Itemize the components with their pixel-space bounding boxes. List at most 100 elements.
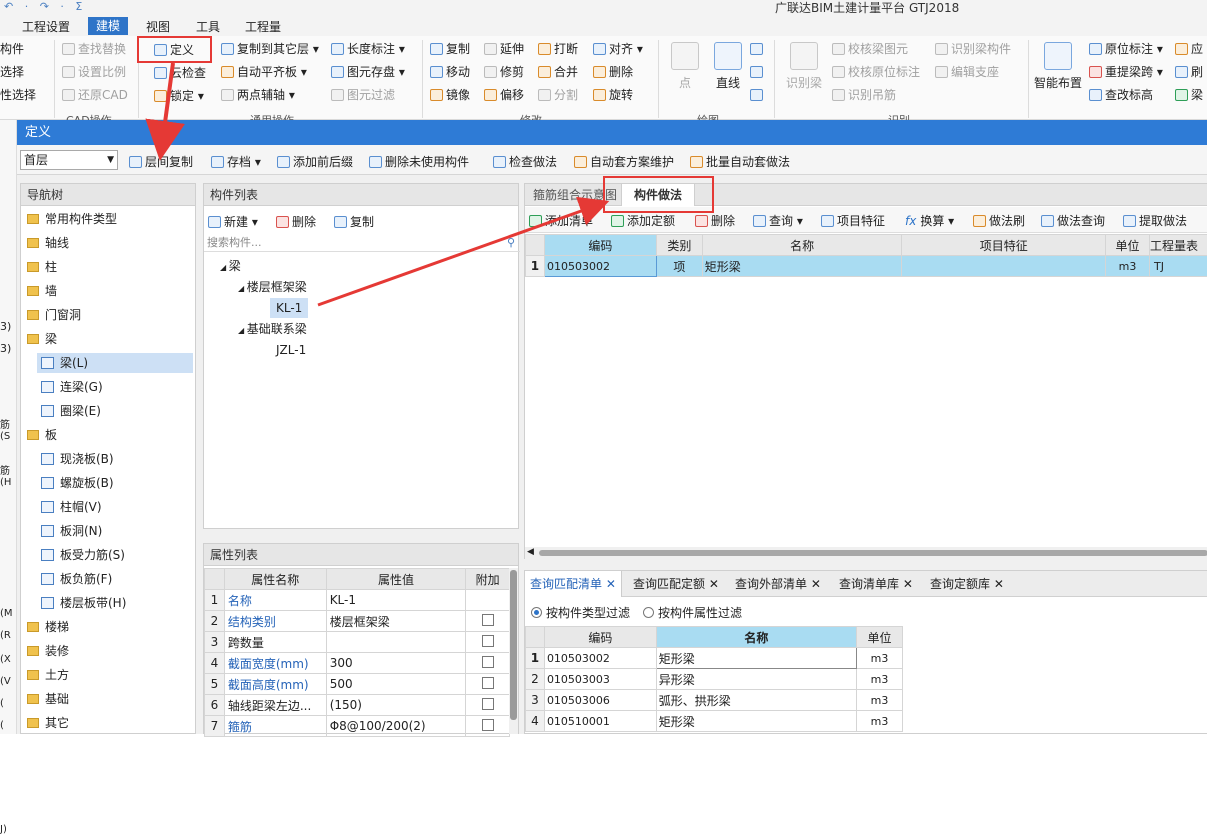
checkbox[interactable] — [482, 677, 494, 689]
component-tree-item[interactable]: KL-1 — [270, 298, 308, 318]
tab-query-match-quota[interactable]: 查询匹配定额 ✕ — [629, 571, 723, 597]
ribbon-left-3[interactable]: 性选择 — [0, 86, 36, 104]
check-beam-button[interactable]: 校核梁图元 — [832, 40, 908, 58]
delete-unused-button[interactable]: 删除未使用构件 — [369, 153, 469, 170]
expand-icon[interactable]: ◢ — [238, 326, 247, 335]
checkbox[interactable] — [482, 719, 494, 731]
nav-item[interactable]: 圈梁(E) — [37, 401, 193, 421]
move-button[interactable]: 移动 — [430, 63, 470, 81]
circle-tool[interactable] — [750, 63, 766, 81]
checkbox[interactable] — [482, 635, 494, 647]
method-name[interactable]: 矩形梁 — [702, 256, 902, 277]
nav-item[interactable]: 连梁(G) — [37, 377, 193, 397]
property-extra[interactable] — [466, 632, 510, 653]
property-extra[interactable] — [466, 695, 510, 716]
property-extra[interactable] — [466, 611, 510, 632]
recognize-beam-button[interactable]: 识别梁 — [783, 42, 825, 91]
menu-project-settings[interactable]: 工程设置 — [22, 18, 70, 35]
property-value[interactable] — [326, 632, 466, 653]
menu-modeling[interactable]: 建模 — [88, 17, 128, 35]
offset-button[interactable]: 偏移 — [484, 86, 524, 104]
edit-height-button[interactable]: 查改标高 — [1089, 86, 1153, 104]
component-tree-item[interactable]: ◢ 梁 — [214, 256, 247, 276]
nav-item[interactable]: 其它 — [27, 713, 193, 733]
check-mark-button[interactable]: 校核原位标注 — [832, 63, 920, 81]
arc-tool[interactable] — [750, 40, 766, 58]
query-code[interactable]: 010503006 — [544, 690, 656, 711]
scroll-left-icon[interactable]: ◀ — [527, 547, 534, 557]
nav-item[interactable]: 墙 — [27, 281, 193, 301]
auto-slab-button[interactable]: 自动平齐板 ▾ — [221, 63, 307, 81]
tab-query-external-list[interactable]: 查询外部清单 ✕ — [731, 571, 825, 597]
query-name[interactable]: 弧形、拱形梁 — [656, 690, 856, 711]
property-value[interactable]: 楼层框架梁 — [326, 611, 466, 632]
query-unit[interactable]: m3 — [857, 690, 903, 711]
recognize-beam-component-button[interactable]: 识别梁构件 — [935, 40, 1011, 58]
query-unit[interactable]: m3 — [857, 711, 903, 732]
method-expr[interactable]: TJ — [1150, 256, 1207, 277]
cloud-check-button[interactable]: 云检查 — [154, 64, 206, 82]
scroll-thumb[interactable] — [510, 570, 517, 720]
copy-component-button[interactable]: 复制 — [334, 213, 374, 230]
add-quota-button[interactable]: 添加定额 — [611, 212, 675, 229]
checkbox[interactable] — [482, 656, 494, 668]
component-tree-item[interactable]: JZL-1 — [270, 340, 312, 360]
property-extra[interactable] — [466, 716, 510, 737]
floor-select[interactable]: 首层▼ — [20, 150, 118, 170]
floor-copy-button[interactable]: 层间复制 — [129, 153, 193, 170]
nav-item[interactable]: 常用构件类型 — [27, 209, 193, 229]
nav-item[interactable]: 楼梯 — [27, 617, 193, 637]
property-row[interactable]: 3跨数量 — [205, 632, 510, 653]
checkbox[interactable] — [482, 614, 494, 626]
method-query-button[interactable]: 做法查询 — [1041, 212, 1105, 229]
expand-icon[interactable]: ◢ — [238, 284, 247, 293]
query-unit[interactable]: m3 — [857, 648, 903, 669]
restore-cad-button[interactable]: 还原CAD — [62, 86, 128, 104]
menu-tools[interactable]: 工具 — [196, 18, 220, 35]
recognize-hanger-button[interactable]: 识别吊筋 — [832, 86, 896, 104]
smart-layout-button[interactable]: 智能布置 — [1033, 42, 1083, 91]
auto-scheme-button[interactable]: 自动套方案维护 — [574, 153, 674, 170]
length-mark-button[interactable]: 长度标注 ▾ — [331, 40, 405, 58]
property-row[interactable]: 7箍筋Φ8@100/200(2) — [205, 716, 510, 737]
property-value[interactable]: KL-1 — [326, 590, 466, 611]
property-row[interactable]: 1名称KL-1 — [205, 590, 510, 611]
method-hscrollbar[interactable]: ◀ — [525, 547, 1207, 559]
property-row[interactable]: 4截面宽度(mm)300 — [205, 653, 510, 674]
delete-method-button[interactable]: 删除 — [695, 212, 735, 229]
property-extra[interactable] — [466, 674, 510, 695]
rect-tool[interactable] — [750, 86, 766, 104]
query-row[interactable]: 2010503003异形梁m3 — [526, 669, 903, 690]
nav-item[interactable]: 板受力筋(S) — [37, 545, 193, 565]
trim-button[interactable]: 修剪 — [484, 63, 524, 81]
nav-item[interactable]: 土方 — [27, 665, 193, 685]
nav-item[interactable]: 柱帽(V) — [37, 497, 193, 517]
nav-item[interactable]: 门窗洞 — [27, 305, 193, 325]
method-row[interactable]: 1010503002项矩形梁m3TJ — [526, 256, 1207, 277]
archive-button[interactable]: 存档 ▾ — [211, 153, 261, 170]
align-button[interactable]: 对齐 ▾ — [593, 40, 643, 58]
element-filter-button[interactable]: 图元过滤 — [331, 86, 395, 104]
nav-item[interactable]: 轴线 — [27, 233, 193, 253]
ribbon-left-2[interactable]: 选择 — [0, 63, 24, 81]
add-list-button[interactable]: 添加清单 — [529, 212, 593, 229]
two-point-axis-button[interactable]: 两点辅轴 ▾ — [221, 86, 295, 104]
ribbon-cut-2[interactable]: 刷 — [1175, 63, 1203, 81]
query-unit[interactable]: m3 — [857, 669, 903, 690]
property-value[interactable]: 300 — [326, 653, 466, 674]
extract-method-button[interactable]: 提取做法 — [1123, 212, 1187, 229]
query-name[interactable]: 矩形梁 — [656, 711, 856, 732]
element-save-button[interactable]: 图元存盘 ▾ — [331, 63, 405, 81]
nav-item[interactable]: 基础 — [27, 689, 193, 709]
query-row[interactable]: 3010503006弧形、拱形梁m3 — [526, 690, 903, 711]
close-icon[interactable]: ✕ — [606, 577, 616, 591]
component-tree-item[interactable]: ◢ 楼层框架梁 — [232, 277, 313, 297]
component-search-input[interactable]: 搜索构件...⚲ — [204, 234, 520, 252]
property-scrollbar[interactable] — [509, 568, 518, 734]
property-row[interactable]: 5截面高度(mm)500 — [205, 674, 510, 695]
checkbox[interactable] — [482, 698, 494, 710]
new-component-button[interactable]: 新建 ▾ — [208, 213, 258, 230]
ribbon-cut-1[interactable]: 应 — [1175, 40, 1203, 58]
lock-button[interactable]: 锁定 ▾ — [154, 87, 204, 105]
nav-item[interactable]: 梁 — [27, 329, 193, 349]
